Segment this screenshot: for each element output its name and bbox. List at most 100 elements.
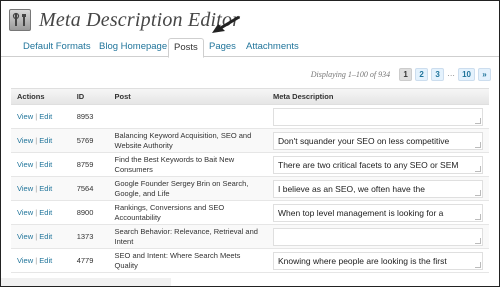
- page-2[interactable]: 2: [415, 67, 429, 81]
- row-description-cell: I believe as an SEO, we often have the: [267, 176, 489, 201]
- row-description-cell: When top level management is looking for…: [267, 200, 489, 225]
- view-link[interactable]: View: [17, 136, 33, 145]
- row-post-title: Search Behavior: Relevance, Retrieval an…: [108, 224, 267, 249]
- page-10[interactable]: 10: [458, 67, 475, 81]
- displaying-count: Displaying 1–100 of 934: [310, 69, 391, 79]
- row-id: 7564: [70, 176, 109, 201]
- row-id: 8953: [70, 104, 109, 129]
- action-separator: |: [35, 159, 38, 169]
- table-header-row: Actions ID Post Meta Description: [11, 88, 489, 105]
- resize-grip-icon[interactable]: [475, 261, 481, 268]
- row-description-cell: There are two critical facets to any SEO…: [267, 152, 489, 177]
- edit-link[interactable]: Edit: [39, 256, 52, 265]
- row-description-cell: Knowing where people are looking is the …: [267, 248, 489, 273]
- resize-grip-icon[interactable]: [475, 117, 481, 124]
- column-actions: Actions: [11, 88, 71, 105]
- view-link[interactable]: View: [17, 232, 33, 241]
- resize-grip-icon[interactable]: [475, 141, 481, 148]
- meta-description-input[interactable]: When top level management is looking for…: [273, 203, 483, 222]
- row-actions: View | Edit: [11, 152, 71, 177]
- edit-link[interactable]: Edit: [39, 112, 52, 121]
- row-actions: View | Edit: [11, 248, 71, 273]
- page-1: 1: [399, 67, 413, 81]
- row-actions: View | Edit: [11, 224, 71, 249]
- pagination: Displaying 1–100 of 934 1 2 3 … 10 »: [311, 67, 491, 81]
- column-post: Post: [108, 88, 267, 105]
- action-separator: |: [35, 207, 38, 217]
- meta-description-text: There are two critical facets to any SEO…: [278, 159, 459, 170]
- tab-attachments[interactable]: Attachments: [246, 39, 299, 57]
- action-separator: |: [35, 135, 38, 145]
- edit-link[interactable]: Edit: [39, 208, 52, 217]
- row-post-title: Find the Best Keywords to Bait New Consu…: [108, 152, 267, 177]
- meta-description-text: When top level management is looking for…: [278, 207, 444, 218]
- action-separator: |: [35, 111, 38, 121]
- table-row: View | Edit 7564 Google Founder Sergey B…: [11, 176, 489, 201]
- row-post-title: [108, 104, 267, 129]
- column-meta-description: Meta Description: [267, 88, 489, 105]
- view-link[interactable]: View: [17, 112, 33, 121]
- row-actions: View | Edit: [11, 128, 71, 153]
- row-id: 8900: [70, 200, 109, 225]
- page-3[interactable]: 3: [431, 67, 445, 81]
- view-link[interactable]: View: [17, 208, 33, 217]
- table-row: View | Edit 4779 SEO and Intent: Where S…: [11, 248, 489, 273]
- row-actions: View | Edit: [11, 200, 71, 225]
- meta-description-input[interactable]: I believe as an SEO, we often have the: [273, 179, 483, 198]
- row-post-title: Google Founder Sergey Brin on Search, Go…: [108, 176, 267, 201]
- resize-grip-icon[interactable]: [475, 165, 481, 172]
- row-description-cell: Don't squander your SEO on less competit…: [267, 128, 489, 153]
- tools-icon: [9, 9, 31, 31]
- tab-posts[interactable]: Posts: [168, 38, 204, 58]
- meta-description-input[interactable]: [273, 107, 483, 126]
- tab-pages[interactable]: Pages: [209, 39, 236, 57]
- row-id: 1373: [70, 224, 109, 249]
- view-link[interactable]: View: [17, 184, 33, 193]
- resize-grip-icon[interactable]: [475, 237, 481, 244]
- row-actions: View | Edit: [11, 176, 71, 201]
- page-ellipsis: …: [447, 68, 456, 78]
- pointer-arrow-icon: [212, 15, 240, 33]
- row-post-title: SEO and Intent: Where Search Meets Quali…: [108, 248, 267, 273]
- meta-description-text: I believe as an SEO, we often have the: [278, 183, 425, 194]
- row-description-cell: [267, 104, 489, 129]
- page-header: Meta Description Editor: [9, 7, 240, 33]
- action-separator: |: [35, 183, 38, 193]
- posts-table: Actions ID Post Meta Description View | …: [11, 88, 489, 273]
- row-id: 8759: [70, 152, 109, 177]
- table-row: View | Edit 8900 Rankings, Conversions a…: [11, 200, 489, 225]
- edit-link[interactable]: Edit: [39, 232, 52, 241]
- tab-default-formats[interactable]: Default Formats: [23, 39, 91, 57]
- action-separator: |: [35, 255, 38, 265]
- edit-link[interactable]: Edit: [39, 160, 52, 169]
- table-row: View | Edit 1373 Search Behavior: Releva…: [11, 224, 489, 249]
- row-id: 4779: [70, 248, 109, 273]
- meta-description-text: Don't squander your SEO on less competit…: [278, 135, 450, 146]
- table-row: View | Edit 8759 Find the Best Keywords …: [11, 152, 489, 177]
- meta-description-input[interactable]: Don't squander your SEO on less competit…: [273, 131, 483, 150]
- table-row: View | Edit 5769 Balancing Keyword Acqui…: [11, 128, 489, 153]
- resize-grip-icon[interactable]: [475, 213, 481, 220]
- tab-bar: Default Formats Blog Homepage Posts Page…: [1, 37, 499, 58]
- table-row: View | Edit 8953: [11, 104, 489, 129]
- next-page-button[interactable]: »: [478, 67, 491, 81]
- row-id: 5769: [70, 128, 109, 153]
- action-separator: |: [35, 231, 38, 241]
- editor-window: Meta Description Editor Default Formats …: [0, 0, 500, 287]
- meta-description-input[interactable]: There are two critical facets to any SEO…: [273, 155, 483, 174]
- edit-link[interactable]: Edit: [39, 136, 52, 145]
- tab-blog-homepage[interactable]: Blog Homepage: [99, 39, 167, 57]
- meta-description-text: Knowing where people are looking is the …: [278, 255, 447, 266]
- status-bar: [1, 278, 171, 286]
- meta-description-input[interactable]: Knowing where people are looking is the …: [273, 251, 483, 270]
- view-link[interactable]: View: [17, 160, 33, 169]
- resize-grip-icon[interactable]: [475, 189, 481, 196]
- meta-description-input[interactable]: [273, 227, 483, 246]
- view-link[interactable]: View: [17, 256, 33, 265]
- column-id: ID: [70, 88, 109, 105]
- edit-link[interactable]: Edit: [39, 184, 52, 193]
- row-description-cell: [267, 224, 489, 249]
- row-post-title: Rankings, Conversions and SEO Accountabi…: [108, 200, 267, 225]
- row-post-title: Balancing Keyword Acquisition, SEO and W…: [108, 128, 267, 153]
- row-actions: View | Edit: [11, 104, 71, 129]
